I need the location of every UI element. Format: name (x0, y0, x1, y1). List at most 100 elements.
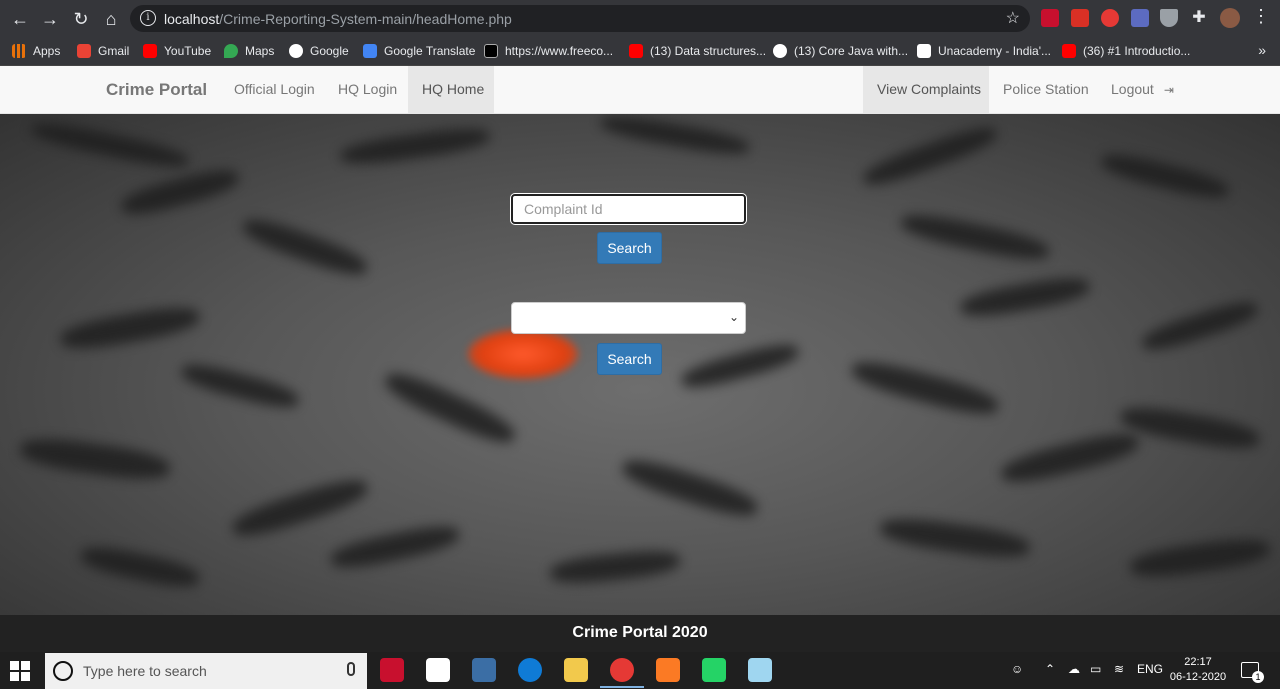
people-icon[interactable]: ☺ (1011, 662, 1023, 676)
nav-view-complaints[interactable]: View Complaints (863, 66, 989, 113)
mcafee-app-icon[interactable] (380, 658, 404, 682)
gmail-icon (77, 44, 91, 58)
edge-app-icon[interactable] (518, 658, 542, 682)
nav-hq-home[interactable]: HQ Home (408, 66, 494, 113)
mcafee-extension-icon[interactable] (1041, 9, 1059, 27)
chevron-down-icon: ⌄ (728, 310, 739, 324)
bookmark-label: YouTube (164, 44, 212, 58)
bg-shape (118, 163, 242, 221)
taskbar-search-box[interactable]: Type here to search (45, 653, 367, 689)
bookmark-core-java[interactable]: (13) Core Java with... (773, 42, 908, 60)
nav-official-login[interactable]: Official Login (220, 66, 329, 113)
whatsapp-app-icon[interactable] (702, 658, 726, 682)
adblock-extension-icon[interactable] (1101, 9, 1119, 27)
translate-icon (363, 44, 377, 58)
cortana-circle-icon (53, 661, 73, 681)
profile-avatar[interactable] (1220, 8, 1240, 28)
police-station-select[interactable]: ⌄ (511, 302, 746, 334)
bookmark-data-structures[interactable]: (13) Data structures... (629, 42, 766, 60)
bg-shape (1139, 296, 1261, 356)
bg-shape (898, 208, 1052, 266)
shield-extension-icon[interactable] (1160, 9, 1178, 27)
bookmark-label: (13) Data structures... (650, 44, 767, 58)
bg-shape (958, 272, 1092, 322)
browser-toolbar: ← → ↻ ⌂ i localhost/Crime-Reporting-Syst… (0, 0, 1280, 37)
bg-shape (328, 520, 462, 574)
bookmark-apps[interactable]: Apps (12, 42, 60, 60)
search-button[interactable]: Search (597, 232, 662, 264)
battery-icon[interactable]: ▭ (1090, 662, 1101, 676)
bookmark-gmail[interactable]: Gmail (77, 42, 129, 60)
back-arrow-icon[interactable]: ← (7, 6, 33, 32)
chevron-up-icon[interactable]: ⌃ (1045, 662, 1055, 676)
google-icon (289, 44, 303, 58)
wifi-icon[interactable]: ≋ (1114, 662, 1124, 676)
freecodecamp-icon (484, 44, 498, 58)
bookmark-label: Unacademy - India'... (938, 44, 1052, 58)
screen-capture-extension-icon[interactable] (1131, 9, 1149, 27)
bg-shape (58, 302, 202, 354)
home-icon[interactable]: ⌂ (98, 6, 124, 32)
clock-date: 06-12-2020 (1169, 671, 1227, 683)
red-pill-shape (468, 329, 578, 379)
system-clock[interactable]: 22:17 06-12-2020 (1168, 655, 1228, 685)
taskbar-search-placeholder: Type here to search (83, 663, 207, 679)
nav-hq-login[interactable]: HQ Login (324, 66, 411, 113)
extensions-puzzle-icon[interactable]: ✚ (1190, 9, 1208, 27)
bg-shape (878, 513, 1032, 563)
microphone-icon[interactable] (347, 662, 355, 676)
youtube-icon (143, 44, 157, 58)
bookmark-label: (13) Core Java with... (794, 44, 909, 58)
bookmark-label: Apps (33, 44, 61, 58)
page-footer: Crime Portal 2020 (0, 615, 1280, 652)
browser-menu-icon[interactable]: ⋮ (1252, 6, 1270, 27)
pdf-extension-icon[interactable] (1071, 9, 1089, 27)
chrome-app-icon[interactable] (600, 658, 644, 688)
file-explorer-icon[interactable] (564, 658, 588, 682)
bg-shape (78, 541, 202, 593)
python-app-icon[interactable] (472, 658, 496, 682)
logout-icon: ⇥ (1163, 83, 1174, 97)
bookmark-maps[interactable]: Maps (224, 42, 274, 60)
bookmark-google-translate[interactable]: Google Translate (363, 42, 475, 60)
windows-start-icon[interactable] (10, 661, 30, 681)
notification-center-icon[interactable]: 1 (1241, 662, 1264, 683)
bg-shape (178, 358, 302, 414)
bg-shape (239, 212, 371, 282)
bookmark-freecodecamp[interactable]: https://www.freeco... (484, 42, 613, 60)
language-indicator[interactable]: ENG (1137, 662, 1163, 676)
logout-label: Logout (1111, 81, 1154, 97)
notes-app-icon[interactable] (748, 658, 772, 682)
xampp-app-icon[interactable] (656, 658, 680, 682)
bookmark-google[interactable]: Google (289, 42, 349, 60)
reload-icon[interactable]: ↻ (68, 6, 94, 32)
site-navbar: Crime Portal Official Login HQ Login HQ … (0, 66, 1280, 114)
bookmark-label: Google Translate (384, 44, 476, 58)
bookmark-label: (36) #1 Introductio... (1083, 44, 1191, 58)
bg-shape (1128, 534, 1272, 582)
url-host: localhost (164, 11, 220, 27)
bg-shape (29, 117, 191, 173)
store-app-icon[interactable] (426, 658, 450, 682)
nav-logout[interactable]: Logout ⇥ (1097, 66, 1188, 113)
bookmark-star-icon[interactable]: ☆ (1006, 8, 1020, 28)
url-text[interactable]: localhost/Crime-Reporting-System-main/he… (164, 11, 512, 27)
bookmark-label: Maps (245, 44, 275, 58)
site-info-icon[interactable]: i (140, 10, 156, 26)
bookmark-label: Google (310, 44, 349, 58)
nav-police-station[interactable]: Police Station (989, 66, 1103, 113)
bookmark-unacademy[interactable]: Unacademy - India'... (917, 42, 1051, 60)
address-bar[interactable]: i localhost/Crime-Reporting-System-main/… (130, 5, 1030, 32)
brand-logo-text[interactable]: Crime Portal (106, 80, 207, 100)
bg-shape (1118, 402, 1262, 454)
bookmark-youtube[interactable]: YouTube (143, 42, 211, 60)
search-station-button[interactable]: Search (597, 343, 662, 375)
bg-shape (339, 123, 491, 169)
chevron-double-right-icon[interactable]: » (1258, 42, 1266, 58)
onedrive-cloud-icon[interactable]: ☁ (1068, 662, 1080, 676)
complaint-id-input[interactable] (511, 194, 746, 224)
bg-shape (18, 433, 172, 485)
bg-shape (860, 120, 1000, 192)
bookmark-introduction[interactable]: (36) #1 Introductio... (1062, 42, 1190, 60)
forward-arrow-icon[interactable]: → (37, 6, 63, 32)
